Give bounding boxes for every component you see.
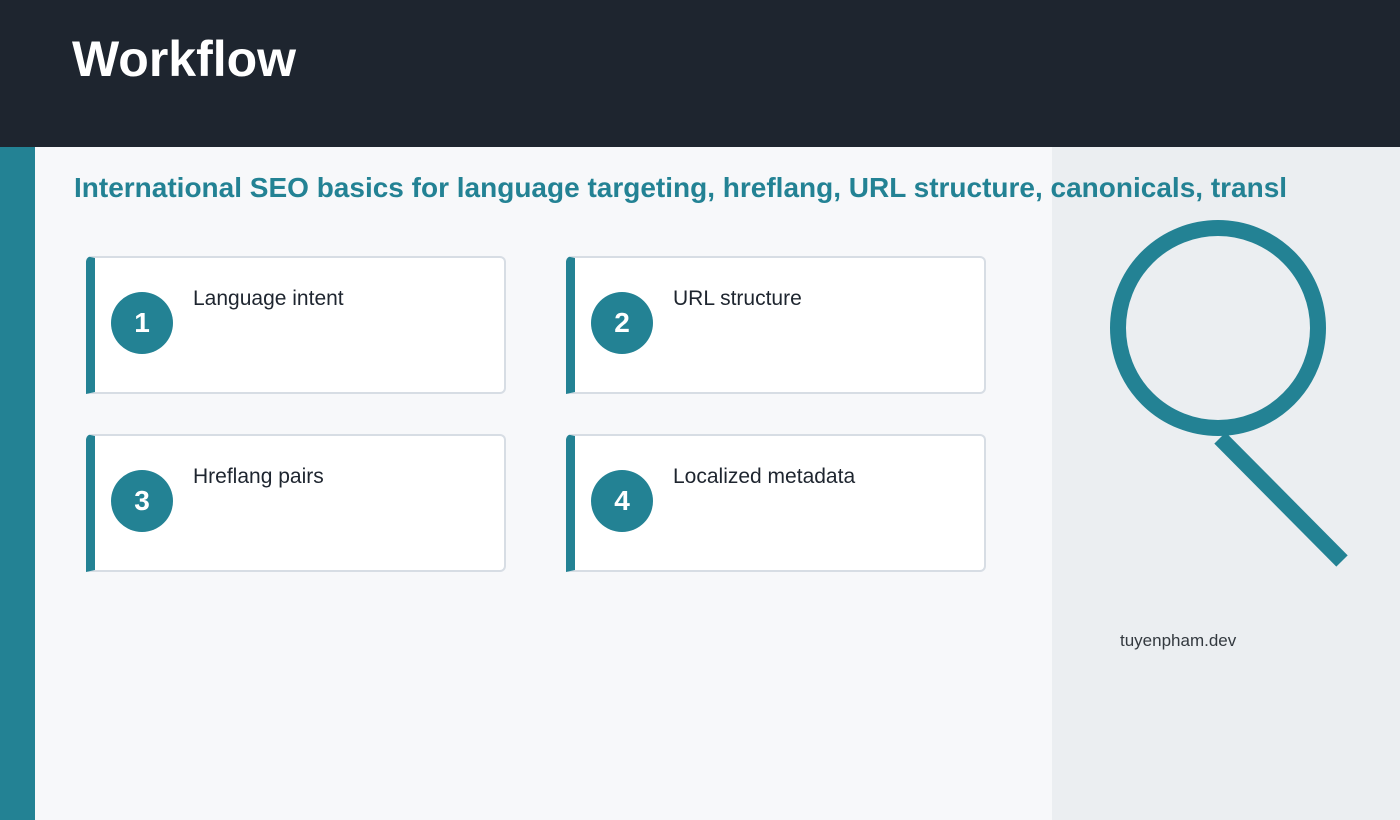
step-label: Hreflang pairs (193, 465, 324, 488)
step-label: URL structure (673, 287, 802, 310)
step-label: Localized metadata (673, 465, 856, 488)
step-card-4: 4 Localized metadata (566, 434, 986, 572)
step-number-badge: 2 (591, 292, 653, 354)
step-card-1: 1 Language intent (86, 256, 506, 394)
page-subtitle: International SEO basics for language ta… (74, 172, 1288, 203)
left-accent-bar (0, 147, 35, 820)
step-number-badge: 3 (111, 470, 173, 532)
step-label: Language intent (193, 287, 344, 310)
step-card-3: 3 Hreflang pairs (86, 434, 506, 572)
step-number-badge: 1 (111, 292, 173, 354)
site-domain: tuyenpham.dev (1120, 631, 1237, 650)
magnifying-glass-icon (1110, 220, 1348, 567)
step-card-2: 2 URL structure (566, 256, 986, 394)
page-title: Workflow (72, 31, 297, 87)
step-number-badge: 4 (591, 470, 653, 532)
header-bar: Workflow (0, 0, 1400, 147)
